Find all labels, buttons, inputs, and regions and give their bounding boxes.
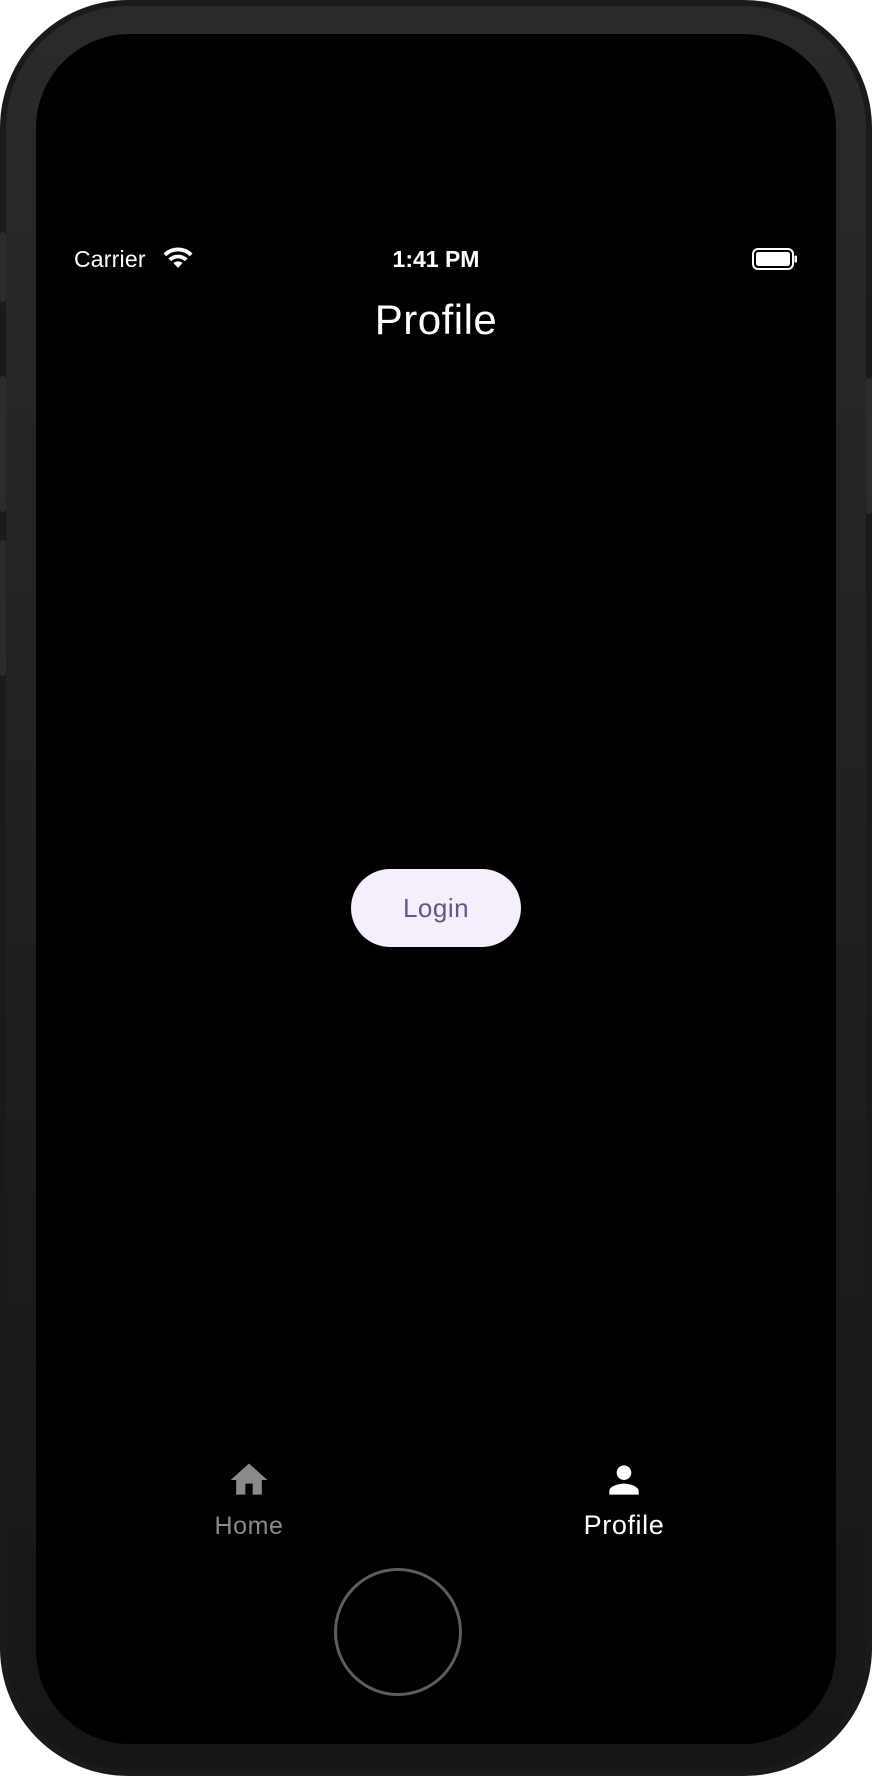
screen: Carrier 1:41 PM Profile Login Home Profi… <box>36 34 836 1744</box>
status-bar: Carrier 1:41 PM <box>36 230 836 290</box>
power-button <box>866 378 872 514</box>
battery-full-icon <box>752 248 797 270</box>
tab-label-profile: Profile <box>583 1510 665 1540</box>
tab-profile[interactable]: Profile <box>524 1454 724 1564</box>
bottom-tab-bar: Home Profile <box>36 1454 836 1564</box>
home-button[interactable] <box>334 1568 462 1696</box>
device-frame: Carrier 1:41 PM Profile Login Home Profi… <box>0 0 872 1776</box>
page-title: Profile <box>374 296 498 343</box>
volume-up-button <box>0 376 6 512</box>
status-time: 1:41 PM <box>392 246 480 272</box>
volume-down-button <box>0 540 6 676</box>
login-button[interactable]: Login <box>351 869 521 947</box>
home-icon <box>230 1463 268 1495</box>
mute-switch <box>0 232 6 302</box>
person-icon <box>609 1465 639 1495</box>
tab-label-home: Home <box>214 1512 284 1540</box>
tab-home[interactable]: Home <box>149 1454 349 1564</box>
